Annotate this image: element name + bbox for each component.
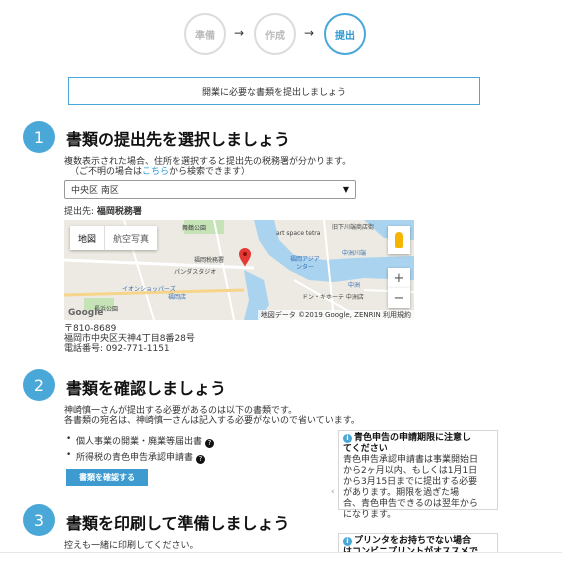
map-type-satellite[interactable]: 航空写真: [104, 226, 157, 250]
note-body-line: から3月15日までに提出する必要: [343, 477, 478, 487]
step-prepare: 準備: [184, 13, 226, 55]
map-label: ンター: [296, 264, 315, 271]
note-title: i 青色申告の申請期限に注意し: [343, 433, 493, 444]
help-icon[interactable]: ?: [205, 439, 215, 448]
help-icon[interactable]: ?: [196, 455, 206, 464]
map-label: art space tetra: [276, 230, 321, 237]
note-title-line2: てください: [343, 444, 388, 454]
document-item-label: 所得税の青色申告承認申請書: [76, 453, 194, 463]
note-body-line: になります。: [343, 510, 397, 520]
zoom-in-button[interactable]: +: [388, 268, 410, 288]
street-view-pegman-icon[interactable]: [388, 226, 410, 254]
dropdown-caret-icon: ▼: [342, 185, 349, 194]
tax-office-label: 提出先:: [64, 207, 95, 217]
zoom-out-button[interactable]: −: [388, 288, 410, 308]
check-documents-button[interactable]: 書類を確認する: [66, 469, 148, 486]
map-label: 福岡税務署: [194, 257, 225, 264]
note-title: i プリンタをお持ちでない場合: [343, 536, 493, 547]
info-icon: i: [343, 537, 352, 546]
map-label: パンダスタジオ: [174, 269, 217, 276]
tax-office-line: 提出先: 福岡税務署: [64, 207, 142, 218]
step-arrow-icon: →: [304, 26, 315, 40]
note-title-line1: プリンタをお持ちでない場合: [354, 536, 472, 546]
note-title-line1: 青色申告の申請期限に注意し: [354, 433, 472, 443]
step-create: 作成: [254, 13, 296, 55]
info-icon: i: [343, 434, 352, 443]
ward-select-value: 中央区 南区: [71, 186, 119, 196]
google-logo: Google: [68, 308, 104, 318]
search-link[interactable]: こちら: [142, 167, 169, 177]
document-item: 所得税の青色申告承認申請書?: [66, 450, 206, 464]
ward-select[interactable]: 中央区 南区 ▼: [64, 180, 356, 199]
note-body-line: 合、青色申告できるのは翌年から: [343, 499, 478, 509]
note-body-line: 青色申告承認申請書は事業開始日: [343, 455, 479, 465]
document-item: 個人事業の開業・廃業等届出書?: [66, 434, 215, 448]
section-title-check-documents: 書類を確認しましょう: [66, 379, 227, 398]
section-number-1: 1: [23, 121, 55, 153]
map-label: 中洲川端: [342, 250, 367, 257]
blue-return-deadline-note: i 青色申告の申請期限に注意し てください 青色申告承認申請書は事業開始日 から2…: [338, 430, 498, 520]
map-label: ドン・キホーテ 中洲店: [302, 294, 364, 301]
map-label: 中洲: [348, 282, 361, 289]
documents-note: 各書類の宛名は、神崎慎一さんは記入する必要がないので省いています。: [64, 416, 360, 426]
section-number-3: 3: [23, 504, 55, 536]
note-body-line: から2ヶ月以内、もしくは1月1日: [343, 466, 478, 476]
document-item-label: 個人事業の開業・廃業等届出書: [76, 437, 203, 447]
office-help-text: （ご不明の場合はこちらから検索できます）: [70, 167, 250, 178]
print-description: 控えも一緒に印刷してください。: [64, 541, 199, 551]
step-arrow-icon: →: [234, 26, 245, 40]
note-caret-icon: ‹: [331, 487, 335, 497]
office-phone: 電話番号: 092-771-1151: [64, 344, 170, 354]
map-label: 福岡店: [168, 294, 187, 301]
step-submit: 提出: [324, 13, 366, 55]
instruction-banner: 開業に必要な書類を提出しましょう: [68, 77, 480, 105]
map-attribution[interactable]: 地図データ ©2019 Google, ZENRIN 利用規約: [257, 310, 414, 320]
map-type-map[interactable]: 地図: [70, 226, 104, 250]
progress-stepper: 準備 → 作成 → 提出: [184, 13, 374, 59]
tax-office-name: 福岡税務署: [96, 207, 142, 217]
office-map[interactable]: 地図 航空写真 舞鶴公園 福岡税務署 パンダスタジオ イオンショッパーズ 福岡店…: [64, 220, 414, 320]
help-text-prefix: （ご不明の場合は: [70, 167, 143, 177]
note-body-line: があります。期限を過ぎた場: [343, 488, 460, 498]
map-label: 舞鶴公園: [182, 225, 207, 232]
section-title-print-documents: 書類を印刷して準備しましょう: [66, 514, 290, 533]
help-text-suffix: から検索できます）: [169, 167, 251, 177]
section-title-select-office: 書類の提出先を選択しましょう: [66, 130, 291, 149]
section-number-2: 2: [23, 369, 55, 401]
map-type-toggle[interactable]: 地図 航空写真: [70, 226, 158, 250]
bottom-bar: [0, 552, 562, 563]
map-label: 旧下川端商店街: [332, 224, 375, 231]
